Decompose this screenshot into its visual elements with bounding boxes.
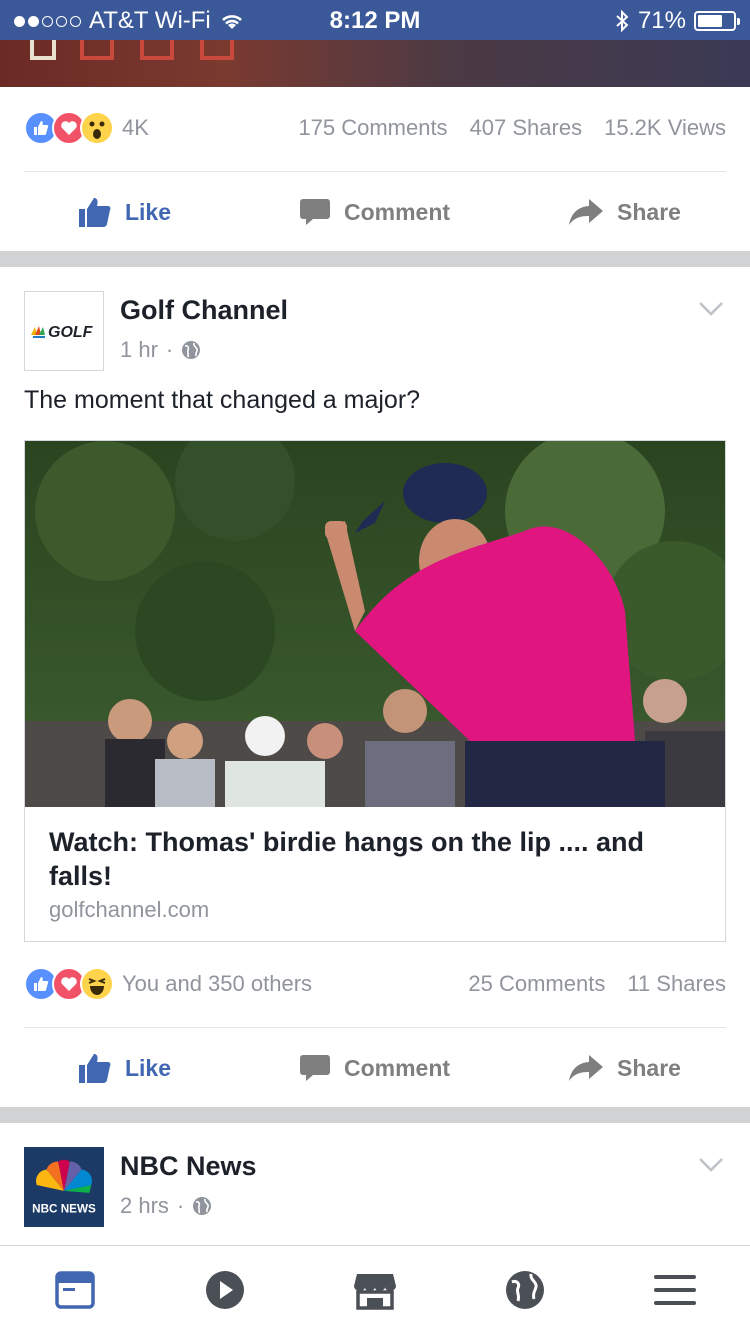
share-button[interactable]: Share [500, 1055, 750, 1082]
comment-button[interactable]: Comment [250, 1054, 500, 1082]
meta-separator: · [165, 337, 174, 362]
share-count[interactable]: 407 Shares [470, 115, 583, 141]
public-globe-icon [193, 1197, 212, 1215]
reaction-icons[interactable] [24, 111, 114, 145]
post-header: GOLF Golf Channel 1 hr · [24, 291, 726, 373]
bottom-tab-bar [0, 1245, 750, 1334]
feed-separator [0, 1107, 750, 1123]
share-arrow-icon [569, 199, 604, 225]
like-button[interactable]: Like [0, 197, 250, 227]
share-label: Share [617, 1054, 681, 1081]
chevron-down-icon[interactable] [698, 1157, 724, 1173]
post-meta: 2 hrs · [120, 1193, 212, 1219]
like-label: Like [124, 198, 172, 225]
comment-button[interactable]: Comment [250, 198, 500, 226]
notifications-globe-icon [506, 1271, 544, 1309]
next-post-header: NBC NEWS NBC News 2 hrs · [24, 1147, 726, 1229]
battery-icon [694, 11, 740, 31]
nbc-peacock-logo: NBC NEWS [32, 1159, 96, 1215]
like-button[interactable]: Like [0, 1053, 250, 1083]
share-count[interactable]: 11 Shares [627, 971, 726, 997]
public-globe-icon [182, 341, 201, 359]
svg-text:NBC NEWS: NBC NEWS [32, 1202, 96, 1215]
thumbs-up-icon [78, 198, 111, 227]
reaction-icons[interactable] [24, 967, 114, 1001]
comment-icon [299, 1055, 330, 1081]
reaction-count[interactable]: 4K [122, 115, 149, 141]
link-preview-card[interactable]: Watch: Thomas' birdie hangs on the lip .… [24, 440, 726, 942]
comment-label: Comment [343, 1054, 451, 1081]
post-stats: 25 Comments 11 Shares [468, 971, 726, 997]
post-timestamp[interactable]: 2 hrs [120, 1193, 169, 1219]
status-right: 71% [614, 7, 740, 35]
link-domain: golfchannel.com [49, 897, 210, 922]
golf-channel-logo: GOLF [31, 324, 94, 341]
previous-post-stats: 175 Comments 407 Shares 15.2K Views [298, 115, 726, 141]
nbc-news-avatar[interactable]: NBC NEWS [24, 1147, 104, 1227]
tab-notifications[interactable] [450, 1270, 600, 1310]
post-timestamp[interactable]: 1 hr [120, 337, 158, 363]
previous-post-actions: Like Comment Share [0, 172, 750, 252]
comment-label: Comment [343, 198, 451, 225]
page-name-link[interactable]: NBC News [120, 1151, 257, 1182]
video-icon [206, 1271, 244, 1309]
golf-channel-avatar[interactable]: GOLF [24, 291, 104, 371]
tab-video[interactable] [150, 1270, 300, 1310]
share-button[interactable]: Share [500, 199, 750, 226]
svg-text:GOLF: GOLF [48, 324, 94, 341]
wow-icon [80, 111, 114, 145]
post-text: The moment that changed a major? [24, 386, 421, 414]
comment-icon [299, 199, 330, 225]
tab-menu[interactable] [600, 1273, 750, 1307]
marketplace-icon [354, 1274, 396, 1310]
haha-icon [80, 967, 114, 1001]
tab-news-feed[interactable] [0, 1271, 150, 1309]
status-bar: AT&T Wi-Fi 8:12 PM 71% [0, 0, 750, 40]
share-label: Share [617, 198, 681, 225]
tab-marketplace[interactable] [300, 1270, 450, 1310]
chevron-down-icon[interactable] [698, 301, 724, 317]
post-actions: Like Comment Share [0, 1028, 750, 1108]
bluetooth-icon [616, 9, 629, 33]
comment-count[interactable]: 175 Comments [298, 115, 447, 141]
news-feed-icon [55, 1271, 95, 1309]
post-meta: 1 hr · [120, 337, 201, 363]
comment-count[interactable]: 25 Comments [468, 971, 605, 997]
previous-post-reaction-row[interactable]: 4K 175 Comments 407 Shares 15.2K Views [24, 108, 726, 148]
link-preview-image[interactable] [25, 441, 725, 807]
post-reaction-row[interactable]: You and 350 others 25 Comments 11 Shares [24, 964, 726, 1004]
link-title[interactable]: Watch: Thomas' birdie hangs on the lip .… [49, 825, 699, 893]
meta-separator: · [176, 1193, 185, 1218]
page-name-link[interactable]: Golf Channel [120, 295, 288, 326]
menu-icon [654, 1275, 696, 1305]
video-thumbnail-graphic [25, 441, 725, 807]
like-label: Like [124, 1054, 172, 1081]
feed-separator [0, 251, 750, 267]
battery-percent: 71% [637, 7, 686, 34]
share-arrow-icon [569, 1055, 604, 1081]
view-count: 15.2K Views [604, 115, 726, 140]
reaction-summary[interactable]: You and 350 others [122, 971, 312, 997]
previous-post-media[interactable] [0, 40, 750, 87]
thumbs-up-icon [78, 1054, 111, 1083]
